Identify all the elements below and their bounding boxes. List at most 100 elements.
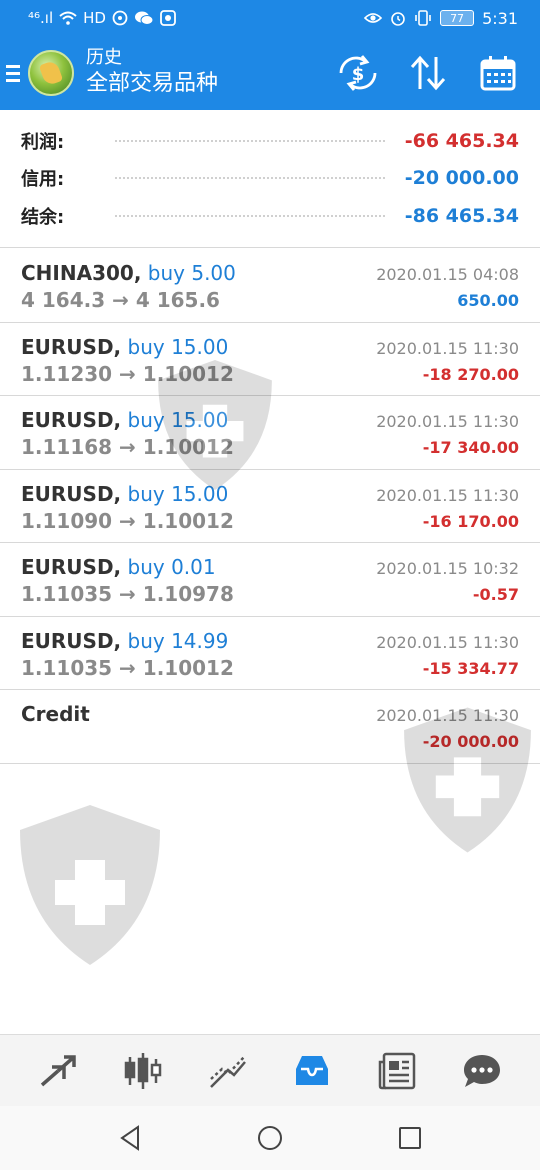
trade-time: 2020.01.15 11:30	[376, 338, 519, 358]
header-actions: $	[338, 53, 540, 93]
app-header: 历史 全部交易品种 $	[0, 36, 540, 110]
tab-history[interactable]	[282, 1041, 342, 1101]
trade-row[interactable]: EURUSD, buy 15.00 1.11090 → 1.10012 2020…	[0, 470, 540, 543]
trade-title: EURUSD, buy 14.99	[21, 629, 228, 653]
trade-prices: 1.11035 → 1.10012	[21, 655, 234, 680]
tab-news[interactable]	[367, 1041, 427, 1101]
trade-profit: -18 270.00	[422, 364, 519, 384]
chat-bubble-icon	[463, 1054, 500, 1087]
account-summary: 利润: -66 465.34 信用: -20 000.00 结余: -86 46…	[0, 110, 540, 248]
sort-button[interactable]	[408, 53, 448, 93]
summary-value: -66 465.34	[404, 129, 519, 152]
summary-label: 利润:	[21, 131, 65, 153]
recents-button[interactable]	[380, 1108, 440, 1168]
signal-text: ⁴⁶.ıl	[28, 9, 54, 27]
trade-time: 2020.01.15 10:32	[376, 559, 519, 578]
trade-arrows-icon	[41, 1054, 77, 1086]
trade-profit: -17 340.00	[422, 438, 519, 457]
gallery-icon	[160, 10, 176, 26]
trade-type: buy 14.99	[127, 628, 229, 653]
summary-label: 结余:	[21, 206, 65, 228]
trade-profit: -16 170.00	[422, 511, 519, 531]
trade-profit: 650.00	[457, 291, 519, 310]
trade-profit: -20 000.00	[422, 732, 519, 751]
summary-label: 信用:	[21, 169, 65, 191]
trade-profit: -0.57	[472, 585, 519, 604]
status-right: 77 5:31	[364, 9, 518, 28]
dollar-exchange-icon: $	[339, 55, 377, 91]
menu-icon[interactable]	[0, 36, 28, 110]
trade-time: 2020.01.15 11:30	[376, 632, 519, 652]
bottom-tab-bar	[0, 1034, 540, 1106]
trade-title: EURUSD, buy 15.00	[21, 408, 228, 432]
trade-symbol: Credit	[21, 702, 90, 726]
sort-arrows-icon	[410, 55, 446, 91]
tab-trade[interactable]	[28, 1041, 88, 1101]
trade-row[interactable]: EURUSD, buy 15.00 1.11230 → 1.10012 2020…	[0, 323, 540, 396]
tab-chat[interactable]	[452, 1041, 512, 1101]
system-nav-bar	[0, 1106, 540, 1170]
trade-type: buy 5.00	[147, 261, 236, 285]
trade-symbol: EURUSD,	[21, 408, 122, 432]
calendar-icon	[480, 56, 516, 91]
trade-prices: 1.11090 → 1.10012	[21, 508, 234, 533]
summary-row-credit: 信用: -20 000.00	[21, 160, 519, 198]
trade-title: EURUSD, buy 15.00	[21, 482, 228, 506]
trade-prices: 1.11168 → 1.10012	[21, 435, 234, 459]
trade-symbol: EURUSD,	[21, 481, 122, 506]
trade-row[interactable]: EURUSD, buy 14.99 1.11035 → 1.10012 2020…	[0, 617, 540, 690]
tab-chart[interactable]	[113, 1041, 173, 1101]
trade-time: 2020.01.15 04:08	[376, 265, 519, 284]
trade-profit: -15 334.77	[422, 658, 519, 678]
alarm-icon	[391, 12, 405, 26]
back-button[interactable]	[100, 1108, 160, 1168]
trade-time: 2020.01.15 11:30	[376, 485, 519, 505]
status-bar: ⁴⁶.ıl HD 77 5:31	[0, 0, 540, 36]
home-button[interactable]	[240, 1108, 300, 1168]
dotted-leader	[115, 214, 385, 217]
home-circle-icon	[258, 1126, 282, 1150]
trade-prices: 1.11035 → 1.10978	[21, 582, 234, 606]
status-left: ⁴⁶.ıl HD	[28, 9, 364, 27]
header-titles[interactable]: 历史 全部交易品种	[86, 47, 338, 99]
trade-type: buy 15.00	[127, 334, 229, 359]
summary-row-profit: 利润: -66 465.34	[21, 122, 519, 160]
eye-icon	[364, 13, 383, 23]
trade-symbol: EURUSD,	[21, 555, 122, 579]
trade-symbol: EURUSD,	[21, 334, 122, 359]
dotted-leader	[115, 139, 385, 142]
trade-row[interactable]: CHINA300, buy 5.00 4 164.3 → 4 165.6 202…	[0, 249, 540, 323]
page-title: 历史	[86, 47, 122, 68]
inbox-tray-icon	[296, 1055, 329, 1085]
trend-lines-icon	[209, 1054, 246, 1088]
trade-row[interactable]: EURUSD, buy 15.00 1.11168 → 1.10012 2020…	[0, 396, 540, 470]
calendar-button[interactable]	[478, 53, 518, 93]
trade-symbol: EURUSD,	[21, 628, 122, 653]
summary-value: -20 000.00	[404, 167, 519, 190]
wechat-icon	[134, 11, 154, 25]
tab-analytics[interactable]	[198, 1041, 258, 1101]
trade-type: buy 0.01	[127, 555, 216, 579]
trade-time: 2020.01.15 11:30	[376, 706, 519, 725]
wifi-icon	[59, 11, 77, 25]
deposit-withdraw-button[interactable]: $	[338, 53, 378, 93]
hd-label: HD	[83, 9, 106, 27]
summary-value: -86 465.34	[404, 204, 519, 227]
symbol-filter-label: 全部交易品种	[86, 71, 219, 96]
back-triangle-icon	[120, 1125, 139, 1151]
trade-title: EURUSD, buy 15.00	[21, 335, 228, 359]
app-logo[interactable]	[28, 50, 74, 96]
summary-row-balance: 结余: -86 465.34	[21, 197, 519, 235]
trade-row[interactable]: EURUSD, buy 0.01 1.11035 → 1.10978 2020.…	[0, 543, 540, 617]
app-root: ⁴⁶.ıl HD 77 5:31 历史 全部交易品种 $ 利润: -66 465…	[0, 0, 540, 1170]
status-time: 5:31	[482, 8, 518, 28]
trade-row-credit[interactable]: Credit 2020.01.15 11:30 -20 000.00	[0, 690, 540, 764]
trade-history-list: CHINA300, buy 5.00 4 164.3 → 4 165.6 202…	[0, 249, 540, 764]
trade-title: CHINA300, buy 5.00	[21, 261, 236, 285]
svg-text:$: $	[352, 64, 365, 85]
trade-time: 2020.01.15 11:30	[376, 412, 519, 431]
trade-prices: 4 164.3 → 4 165.6	[21, 288, 220, 312]
trade-symbol: CHINA300,	[21, 261, 142, 285]
shield-watermark-icon	[20, 805, 160, 965]
candlestick-icon	[124, 1052, 162, 1089]
